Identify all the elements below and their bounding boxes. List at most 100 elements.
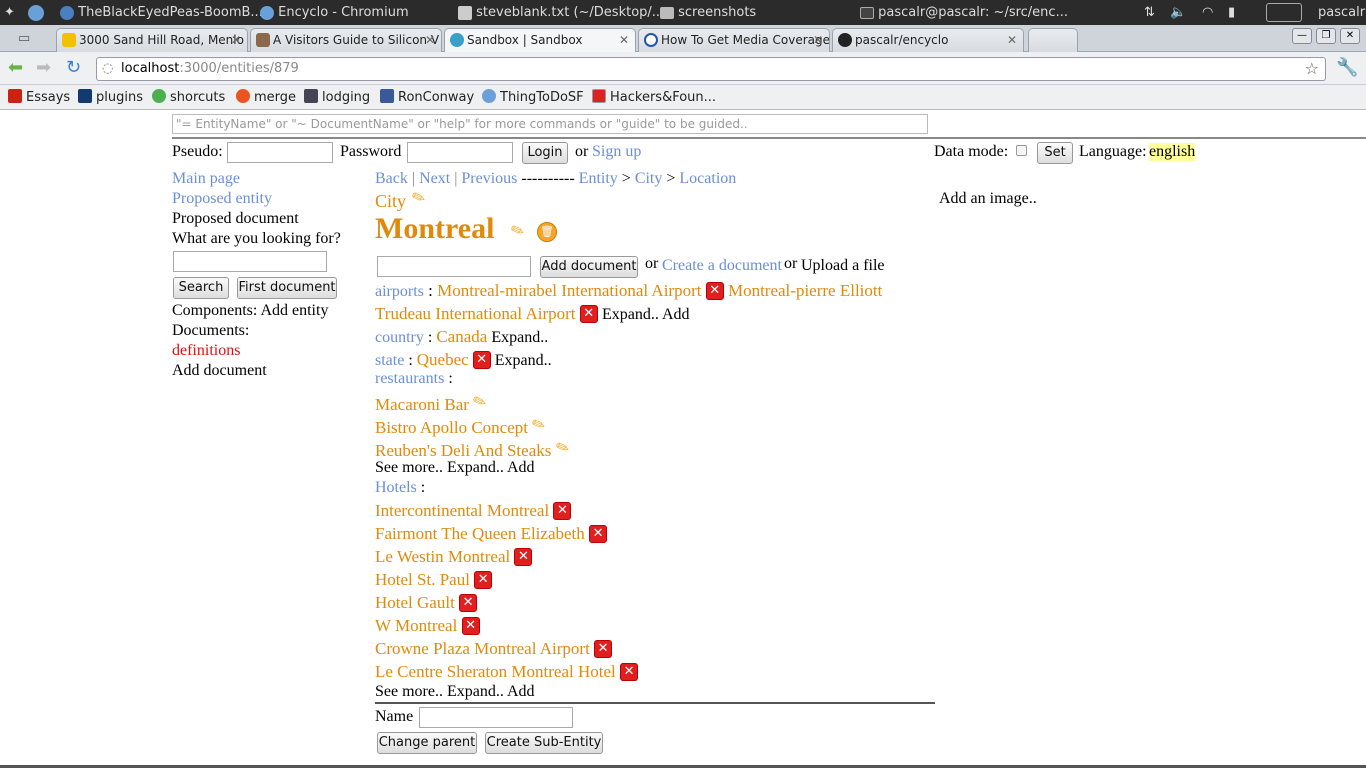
restaurants-label[interactable]: restaurants	[375, 370, 444, 387]
forward-arrow-icon[interactable]: ➡	[36, 58, 51, 78]
data-mode-checkbox[interactable]	[1016, 145, 1027, 156]
minimize-icon[interactable]: —	[1292, 28, 1312, 44]
state-label[interactable]: state	[375, 352, 404, 369]
delete-icon[interactable]: ✕	[553, 502, 572, 520]
hotel-link[interactable]: W Montreal	[375, 616, 457, 635]
bookmark[interactable]: shorcuts	[152, 89, 225, 105]
menu-icon[interactable]: ✦	[4, 0, 15, 25]
browser-tab[interactable]: Sandbox | Sandbox ✕	[444, 28, 636, 52]
wrench-icon[interactable]: 🔧	[1336, 58, 1358, 78]
name-input[interactable]	[419, 707, 573, 728]
back-link[interactable]: Back	[375, 170, 408, 187]
delete-icon[interactable]: ✕	[472, 351, 491, 369]
browser-tab[interactable]: How To Get Media Coverage ✕	[638, 28, 830, 52]
upload-file-text[interactable]: Upload a file	[801, 257, 885, 275]
delete-icon[interactable]: ✕	[461, 617, 480, 635]
maximize-icon[interactable]: ❐	[1316, 28, 1336, 44]
delete-icon[interactable]: ✕	[459, 594, 478, 612]
close-icon[interactable]: ✕	[425, 29, 435, 51]
edit-icon[interactable]: ✎	[470, 390, 489, 413]
hotel-link[interactable]: Fairmont The Queen Elizabeth	[375, 524, 585, 543]
signup-link[interactable]: Sign up	[592, 143, 641, 161]
edit-icon[interactable]: ✎	[508, 219, 527, 242]
add-document-text[interactable]: Add document	[172, 362, 267, 380]
next-link[interactable]: Next	[419, 170, 450, 187]
main-page-link[interactable]: Main page	[172, 170, 240, 188]
country-link[interactable]: Canada	[436, 327, 487, 346]
create-sub-entity-button[interactable]: Create Sub-Entity	[485, 732, 603, 754]
airports-label[interactable]: airports	[375, 283, 424, 300]
taskbar-window[interactable]: steveblank.txt (~/Desktop/...	[458, 0, 664, 25]
delete-icon[interactable]: ✕	[705, 282, 724, 300]
delete-icon[interactable]: ✕	[594, 640, 613, 658]
pseudo-input[interactable]	[227, 142, 333, 163]
trash-icon[interactable]: 🗑	[537, 222, 557, 242]
restaurant-link[interactable]: Bistro Apollo Concept	[375, 418, 528, 437]
bookmark[interactable]: Essays	[8, 89, 70, 105]
chromium-launcher-icon[interactable]	[28, 0, 44, 25]
delete-icon[interactable]: ✕	[474, 571, 493, 589]
new-tab-button[interactable]	[1028, 28, 1078, 52]
expand-text[interactable]: Expand..	[495, 352, 552, 369]
expand-text[interactable]: Expand..	[491, 329, 548, 346]
change-parent-button[interactable]: Change parent	[377, 732, 477, 754]
state-link[interactable]: Quebec	[417, 350, 469, 369]
edit-icon[interactable]: ✎	[409, 186, 428, 209]
add-document-button[interactable]: Add document	[540, 256, 638, 278]
entity-type-link[interactable]: City	[375, 191, 406, 212]
hotel-link[interactable]: Le Centre Sheraton Montreal Hotel	[375, 662, 616, 681]
set-button[interactable]: Set	[1037, 142, 1073, 164]
reload-icon[interactable]: ↻	[66, 58, 81, 78]
login-button[interactable]: Login	[522, 142, 568, 164]
city-link[interactable]: City	[635, 170, 663, 187]
taskbar-window[interactable]: TheBlackEyedPeas-BoomB...	[60, 0, 263, 25]
close-window-icon[interactable]: ✕	[1340, 28, 1360, 44]
document-name-input[interactable]	[377, 256, 531, 277]
user-name[interactable]: pascalr	[1318, 0, 1365, 25]
hotel-link[interactable]: Hotel St. Paul	[375, 570, 470, 589]
taskbar-window[interactable]: pascalr@pascalr: ~/src/enc...	[860, 0, 1068, 25]
browser-tab[interactable]: 3000 Sand Hill Road, Menlo ✕	[56, 28, 248, 52]
close-icon[interactable]: ✕	[1007, 29, 1017, 51]
close-icon[interactable]: ✕	[619, 29, 629, 51]
volume-icon[interactable]: 🔈	[1170, 0, 1186, 25]
bookmark[interactable]: plugins	[78, 89, 143, 105]
restaurant-link[interactable]: Reuben's Deli And Steaks	[375, 441, 551, 460]
hotel-link[interactable]: Crowne Plaza Montreal Airport	[375, 639, 590, 658]
see-more-text[interactable]: See more.. Expand.. Add	[375, 459, 535, 477]
airport-link[interactable]: Montreal-mirabel International Airport	[437, 281, 701, 300]
expand-add-text[interactable]: Expand.. Add	[602, 306, 690, 323]
definitions-link[interactable]: definitions	[172, 342, 240, 360]
command-input[interactable]: "= EntityName" or "~ DocumentName" or "h…	[172, 114, 928, 134]
edit-icon[interactable]: ✎	[529, 413, 548, 436]
taskbar-window[interactable]: Encyclo - Chromium	[260, 0, 409, 25]
previous-link[interactable]: Previous	[461, 170, 517, 187]
hotels-label[interactable]: Hotels	[375, 479, 417, 496]
bookmark[interactable]: Hackers&Foun...	[592, 89, 716, 105]
network-icon[interactable]: ⇅	[1144, 0, 1155, 25]
chromium-indicator-icon[interactable]	[1266, 3, 1302, 22]
bookmark[interactable]: merge	[236, 89, 296, 105]
search-input[interactable]	[173, 251, 327, 272]
delete-icon[interactable]: ✕	[514, 548, 533, 566]
airport-link[interactable]: Montreal-pierre Elliott	[728, 281, 882, 300]
delete-icon[interactable]: ✕	[620, 663, 639, 681]
location-link[interactable]: Location	[679, 170, 736, 187]
back-arrow-icon[interactable]: ⬅	[8, 58, 23, 78]
bookmark[interactable]: RonConway	[380, 89, 474, 105]
see-more-text[interactable]: See more.. Expand.. Add	[375, 683, 535, 701]
first-document-button[interactable]: First document	[237, 277, 337, 299]
bookmark-star-icon[interactable]: ☆	[1305, 58, 1319, 80]
search-button[interactable]: Search	[173, 277, 229, 299]
close-icon[interactable]: ✕	[813, 29, 823, 51]
taskbar-window[interactable]: screenshots	[660, 0, 756, 25]
components-text[interactable]: Components: Add entity	[172, 302, 328, 320]
hotel-link[interactable]: Le Westin Montreal	[375, 547, 510, 566]
add-image-text[interactable]: Add an image..	[939, 190, 1037, 208]
hotel-link[interactable]: Intercontinental Montreal	[375, 501, 549, 520]
edit-icon[interactable]: ✎	[553, 436, 572, 459]
bookmark[interactable]: ThingToDoSF	[482, 89, 584, 105]
language-value[interactable]: english	[1149, 143, 1196, 161]
delete-icon[interactable]: ✕	[579, 305, 598, 323]
entity-link[interactable]: Entity	[579, 170, 618, 187]
